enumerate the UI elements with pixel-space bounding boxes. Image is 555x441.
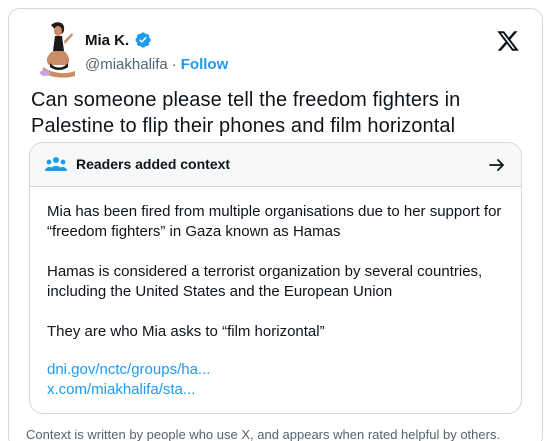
page: Mia K. @miakhalifa · Follow Can someone … [0,0,555,441]
community-note-title: Readers added context [76,156,231,172]
author-handle[interactable]: @miakhalifa [85,56,168,73]
arrow-right-icon[interactable] [487,155,507,175]
community-note: Readers added context Mia has been fired… [29,142,522,414]
name-row: Mia K. [85,29,228,51]
note-paragraph: Hamas is considered a terrorist organiza… [47,263,483,300]
tweet-header: Mia K. @miakhalifa · Follow [29,21,522,83]
tweet-card: Mia K. @miakhalifa · Follow Can someone … [8,8,543,441]
community-note-body: Mia has been fired from multiple organis… [47,202,512,362]
x-logo-icon[interactable] [496,29,520,53]
avatar[interactable] [37,21,79,79]
community-note-footer: Context is written by people who use X, … [26,427,501,441]
community-note-header[interactable]: Readers added context [30,143,521,187]
handle-separator: · [171,56,177,73]
source-link[interactable]: x.com/miakhalifa/sta... [47,380,210,400]
note-paragraph: Mia has been fired from multiple organis… [47,203,502,240]
author-name[interactable]: Mia K. [85,32,129,49]
author-block: Mia K. @miakhalifa · Follow [85,29,228,74]
handle-row: @miakhalifa · Follow [85,56,228,73]
verified-badge-icon [134,31,152,49]
people-icon [45,156,67,174]
follow-button[interactable]: Follow [181,56,229,73]
tweet-text: Can someone please tell the freedom figh… [31,89,461,137]
note-paragraph: They are who Mia asks to “film horizonta… [47,323,325,340]
avatar-photo [40,22,75,78]
note-sources: dni.gov/nctc/groups/ha... x.com/miakhali… [47,360,210,400]
source-link[interactable]: dni.gov/nctc/groups/ha... [47,360,210,380]
